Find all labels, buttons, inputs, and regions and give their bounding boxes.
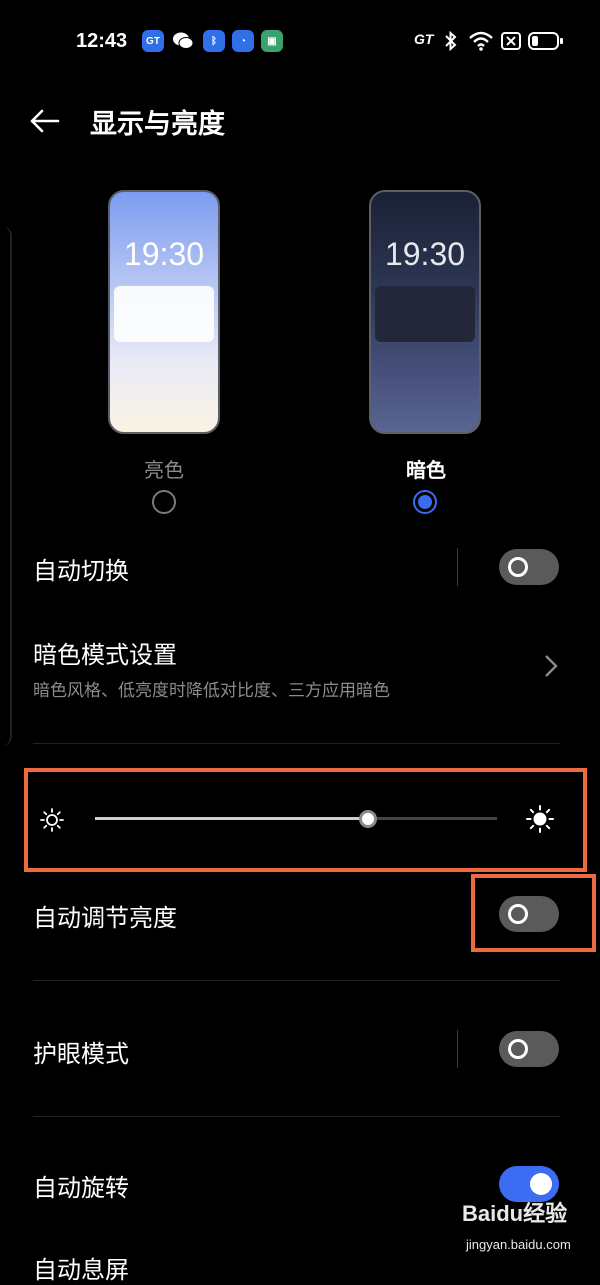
brightness-highlight-box (24, 768, 587, 872)
divider (457, 1030, 458, 1068)
sim-icon (501, 32, 521, 50)
sun-low-icon (40, 808, 64, 832)
dark-theme-radio[interactable] (413, 490, 437, 514)
bluetooth-app-icon: ᛒ (203, 30, 225, 52)
eye-comfort-label: 护眼模式 (33, 1040, 129, 1068)
sun-high-icon (526, 805, 554, 833)
divider (33, 1116, 560, 1117)
auto-switch-toggle[interactable] (499, 549, 559, 585)
dark-mode-settings-label[interactable]: 暗色模式设置 (33, 635, 177, 670)
light-theme-radio[interactable] (152, 490, 176, 514)
back-arrow-icon[interactable] (30, 108, 60, 134)
bluetooth-icon (445, 31, 457, 51)
preview-card (114, 286, 214, 342)
screen-edge (0, 226, 12, 746)
light-theme-preview[interactable]: 19:30 (108, 190, 220, 434)
gt-app-icon: GT (142, 30, 164, 52)
wallet-app-icon: ▣ (261, 30, 283, 52)
auto-switch-label: 自动切换 (33, 557, 129, 585)
dark-mode-settings-subtitle: 暗色风格、低亮度时降低对比度、三方应用暗色 (33, 681, 390, 701)
page-title: 显示与亮度 (90, 109, 225, 140)
gt-mode-label: GT (414, 31, 434, 47)
wifi-icon (469, 31, 493, 51)
baidu-watermark-url: jingyan.baidu.com (466, 1237, 571, 1252)
divider (457, 548, 458, 586)
divider (33, 743, 560, 744)
eye-comfort-toggle[interactable] (499, 1031, 559, 1067)
light-theme-label: 亮色 (144, 458, 184, 482)
chevron-right-icon[interactable] (543, 654, 559, 678)
chat-app-icon: ◔ (232, 30, 254, 52)
auto-rotate-label: 自动旋转 (33, 1174, 129, 1202)
preview-card (375, 286, 475, 342)
dark-theme-preview[interactable]: 19:30 (369, 190, 481, 434)
auto-screen-off-label: 自动息屏 (33, 1256, 129, 1284)
divider (33, 980, 560, 981)
preview-time: 19:30 (123, 236, 205, 272)
battery-icon (528, 32, 563, 50)
brightness-slider-track[interactable] (95, 817, 497, 820)
dark-theme-label: 暗色 (406, 458, 446, 482)
wechat-icon (172, 30, 194, 52)
brightness-slider-fill (95, 817, 369, 820)
status-time: 12:43 (76, 30, 128, 52)
auto-brightness-toggle[interactable] (499, 896, 559, 932)
preview-time: 19:30 (384, 236, 466, 272)
auto-brightness-label: 自动调节亮度 (33, 904, 177, 932)
baidu-watermark: Baidu经验 (462, 1201, 568, 1226)
